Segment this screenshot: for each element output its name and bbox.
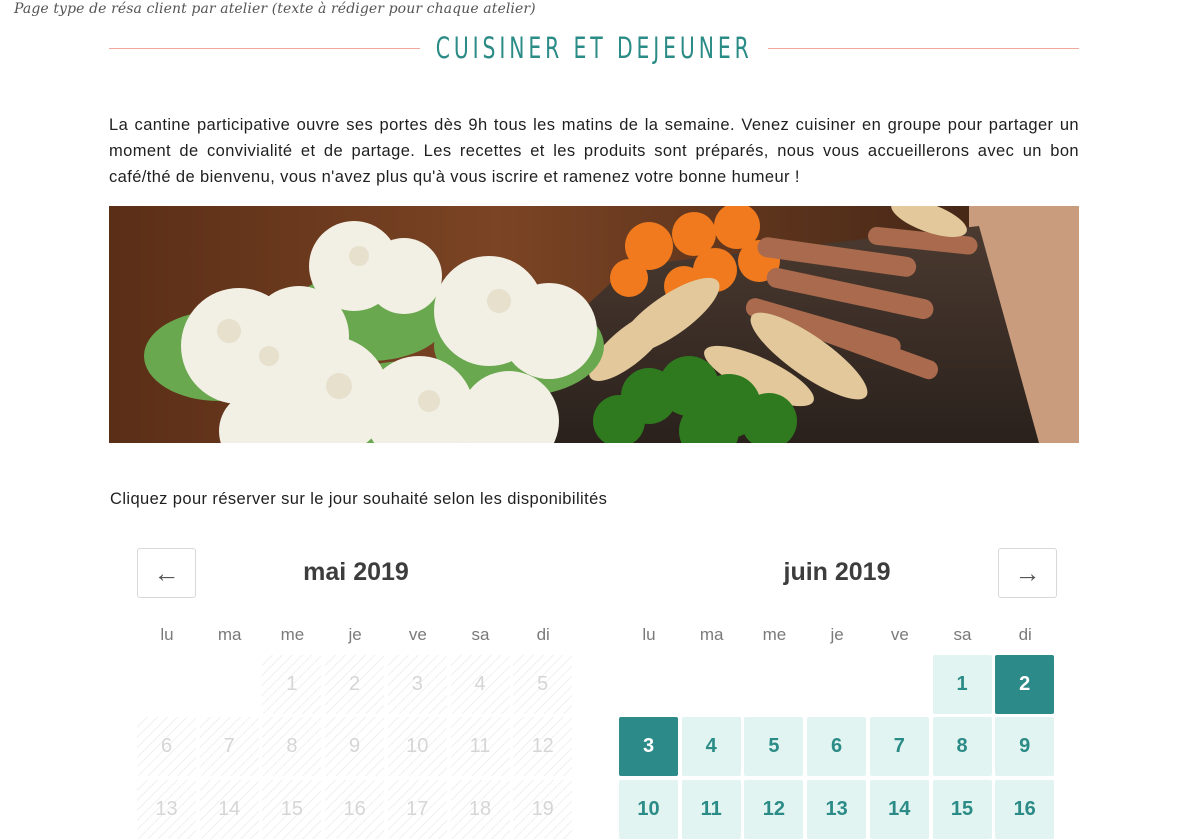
month-title-may: mai 2019 bbox=[303, 558, 409, 586]
calendar-day[interactable]: 4 bbox=[681, 717, 741, 776]
calendar-day: 12 bbox=[513, 717, 573, 776]
weekday-label: sa bbox=[471, 625, 490, 644]
next-month-button[interactable]: → bbox=[998, 548, 1057, 598]
calendar-day: 2 bbox=[325, 655, 385, 714]
calendar-day[interactable]: 7 bbox=[869, 717, 929, 776]
calendar-day: 14 bbox=[199, 780, 259, 839]
calendar-day[interactable]: 11 bbox=[681, 780, 741, 839]
calendar-day[interactable]: 5 bbox=[744, 717, 804, 776]
calendar-day: 19 bbox=[513, 780, 573, 839]
calendar-day[interactable]: 16 bbox=[995, 780, 1055, 839]
booking-hint: Cliquez pour réserver sur le jour souhai… bbox=[110, 489, 608, 508]
calendar-day[interactable]: 1 bbox=[932, 655, 992, 714]
calendar-day: 8 bbox=[262, 717, 322, 776]
weekday-label: je bbox=[348, 625, 362, 644]
weekday-label: lu bbox=[642, 625, 656, 644]
weekday-label: lu bbox=[160, 625, 174, 644]
calendar-day: 15 bbox=[262, 780, 322, 839]
calendar-day: 7 bbox=[199, 717, 259, 776]
calendar-day[interactable]: 9 bbox=[995, 717, 1055, 776]
calendar-day[interactable]: 2 bbox=[995, 655, 1055, 714]
calendar-day[interactable]: 13 bbox=[807, 780, 867, 839]
vegetables-banner-image bbox=[109, 206, 1079, 443]
page-title: CUISINER ET DEJEUNER bbox=[435, 31, 753, 65]
calendar-day: 4 bbox=[450, 655, 510, 714]
section-header: CUISINER ET DEJEUNER bbox=[109, 30, 1079, 66]
calendar-day: 10 bbox=[387, 717, 447, 776]
calendar-day: 5 bbox=[513, 655, 573, 714]
calendar-day: 16 bbox=[325, 780, 385, 839]
weekday-label: ve bbox=[890, 625, 909, 644]
arrow-right-icon: → bbox=[1014, 557, 1041, 588]
calendar-day[interactable]: 6 bbox=[807, 717, 867, 776]
calendar-day[interactable]: 12 bbox=[744, 780, 804, 839]
calendar-day[interactable]: 8 bbox=[932, 717, 992, 776]
weekday-label: me bbox=[280, 625, 305, 644]
title-rule-right bbox=[768, 47, 1079, 49]
prev-month-button[interactable]: ← bbox=[137, 548, 196, 598]
weekday-label: me bbox=[762, 625, 787, 644]
calendar-day: 6 bbox=[137, 717, 196, 776]
calendar-day: 1 bbox=[262, 655, 322, 714]
weekday-label: di bbox=[536, 625, 550, 644]
title-rule-left bbox=[109, 47, 420, 49]
calendar-day: 11 bbox=[450, 717, 510, 776]
weekday-label: ma bbox=[217, 625, 242, 644]
weekday-label: di bbox=[1018, 625, 1032, 644]
weekday-label: je bbox=[830, 625, 844, 644]
calendar-day: 9 bbox=[325, 717, 385, 776]
calendar-day[interactable]: 15 bbox=[932, 780, 992, 839]
calendar-day[interactable]: 3 bbox=[619, 717, 678, 776]
page-note: Page type de résa client par atelier (te… bbox=[14, 1, 536, 17]
calendar-day: 17 bbox=[387, 780, 447, 839]
weekday-label: ve bbox=[408, 625, 427, 644]
calendar-day: 3 bbox=[387, 655, 447, 714]
calendar-day: 18 bbox=[450, 780, 510, 839]
calendar-day: 13 bbox=[137, 780, 196, 839]
weekday-label: sa bbox=[953, 625, 972, 644]
arrow-left-icon: ← bbox=[153, 557, 180, 588]
weekday-label: ma bbox=[699, 625, 724, 644]
calendar-day[interactable]: 10 bbox=[619, 780, 678, 839]
calendar-day[interactable]: 14 bbox=[869, 780, 929, 839]
intro-paragraph: La cantine participative ouvre ses porte… bbox=[109, 115, 1079, 186]
month-title-june: juin 2019 bbox=[783, 558, 891, 586]
